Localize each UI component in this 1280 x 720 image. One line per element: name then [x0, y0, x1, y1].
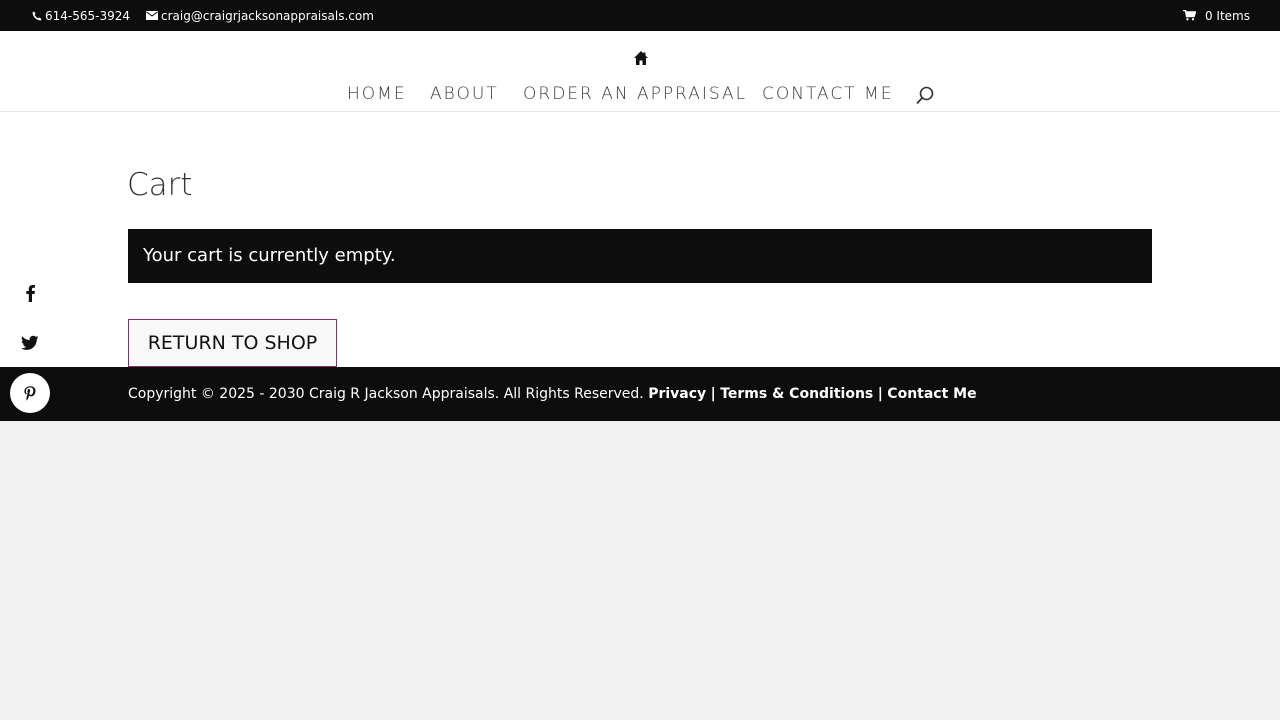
envelope-icon — [146, 11, 159, 20]
main-content: Cart Your cart is currently empty. RETUR… — [0, 112, 1280, 367]
top-bar-contact: 614-565-3924 craig@craigrjacksonappraisa… — [32, 0, 390, 31]
pinterest-icon — [24, 385, 36, 401]
privacy-link[interactable]: Privacy — [648, 386, 706, 402]
email-address[interactable]: craig@craigrjacksonappraisals.com — [161, 9, 374, 23]
phone-link[interactable]: 614-565-3924 — [32, 9, 130, 23]
return-to-shop-button[interactable]: RETURN TO SHOP — [128, 319, 337, 367]
phone-number[interactable]: 614-565-3924 — [45, 9, 130, 23]
nav-item-contact[interactable]: CONTACT ME — [762, 82, 893, 106]
top-bar: 614-565-3924 craig@craigrjacksonappraisa… — [0, 0, 1280, 31]
site-footer: Copyright © 2025 - 2030 Craig R Jackson … — [0, 367, 1280, 421]
search-icon[interactable] — [914, 85, 936, 107]
phone-icon — [32, 11, 42, 20]
cart-link[interactable]: 0 Items — [1182, 0, 1250, 31]
facebook-icon[interactable] — [23, 284, 37, 302]
cart-icon — [1182, 10, 1196, 21]
nav-item-home[interactable]: HOME — [347, 82, 407, 106]
footer-separator: | — [877, 386, 883, 402]
nav-item-about[interactable]: ABOUT — [430, 82, 499, 106]
terms-link[interactable]: Terms & Conditions — [720, 386, 873, 402]
nav-item-order-appraisal[interactable]: ORDER AN APPRAISAL — [523, 82, 747, 106]
empty-cart-notice: Your cart is currently empty. — [128, 229, 1152, 283]
twitter-icon[interactable] — [21, 335, 39, 351]
cart-count[interactable]: 0 Items — [1205, 9, 1250, 23]
pinterest-button[interactable] — [10, 373, 50, 413]
footer-text: Copyright © 2025 - 2030 Craig R Jackson … — [128, 367, 977, 421]
contact-link[interactable]: Contact Me — [887, 386, 976, 402]
main-nav: HOME ABOUT ORDER AN APPRAISAL CONTACT ME — [0, 82, 1280, 106]
home-logo-icon[interactable] — [633, 50, 649, 66]
email-link[interactable]: craig@craigrjacksonappraisals.com — [146, 9, 374, 23]
copyright-text: Copyright © 2025 - 2030 Craig R Jackson … — [128, 386, 644, 402]
site-header: HOME ABOUT ORDER AN APPRAISAL CONTACT ME — [0, 31, 1280, 112]
footer-separator: | — [710, 386, 716, 402]
page-title: Cart — [127, 167, 193, 203]
